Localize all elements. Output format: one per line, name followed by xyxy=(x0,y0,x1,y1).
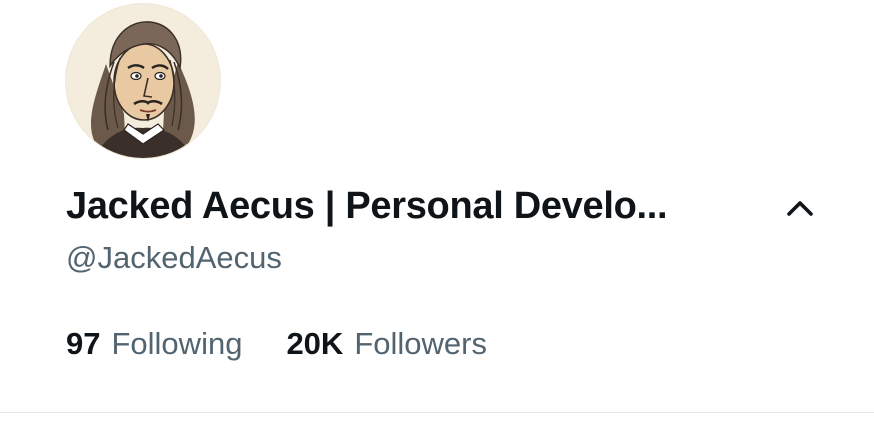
collapse-profile-button[interactable] xyxy=(780,188,820,228)
following-count: 97 xyxy=(66,326,101,361)
following-label: Following xyxy=(111,326,243,361)
profile-display-name: Jacked Aecus | Personal Develo... xyxy=(66,185,668,227)
profile-stats: 97 Following 20K Followers xyxy=(66,322,531,366)
following-link[interactable]: 97 Following xyxy=(66,322,242,366)
profile-handle: @JackedAecus xyxy=(66,240,282,275)
profile-header-panel: Jacked Aecus | Personal Develo... @Jacke… xyxy=(0,0,874,422)
followers-link[interactable]: 20K Followers xyxy=(286,322,487,366)
profile-avatar[interactable] xyxy=(66,4,220,158)
chevron-up-icon xyxy=(787,201,813,216)
portrait-illustration-icon xyxy=(66,4,220,158)
followers-count: 20K xyxy=(286,326,344,361)
profile-name-row: Jacked Aecus | Personal Develo... xyxy=(66,180,856,232)
followers-label: Followers xyxy=(354,326,487,361)
section-divider xyxy=(0,412,874,413)
